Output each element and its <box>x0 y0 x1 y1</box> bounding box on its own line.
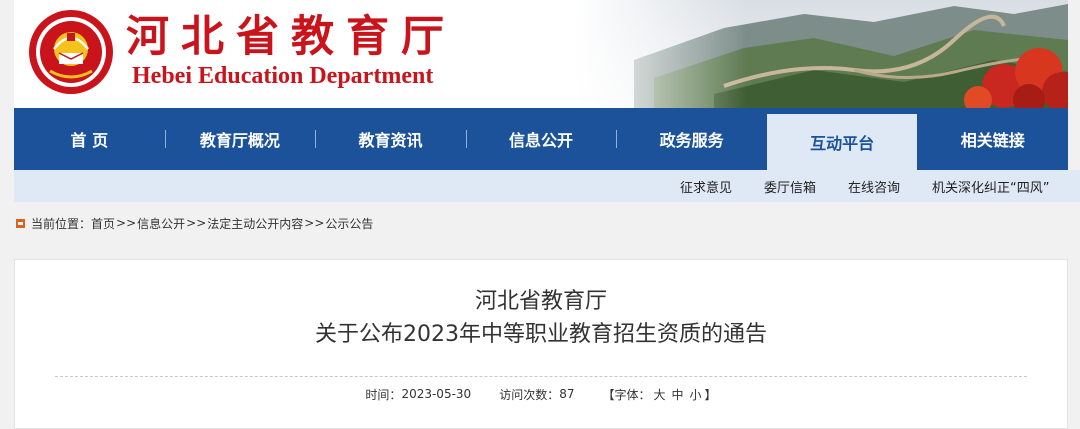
font-size-large-button[interactable]: 大 <box>654 386 666 403</box>
nav-item-information-disclosure[interactable]: 信息公开 <box>465 108 617 170</box>
breadcrumb-home[interactable]: 首页 <box>91 215 115 232</box>
nav-item-home[interactable]: 首 页 <box>14 108 165 170</box>
breadcrumb-announcements[interactable]: 公示公告 <box>325 215 373 232</box>
site-title-en: Hebei Education Department <box>132 63 434 89</box>
subnav-item-four-winds[interactable]: 机关深化纠正“四风” <box>932 177 1049 196</box>
nav-item-related-links[interactable]: 相关链接 <box>917 108 1068 170</box>
article-panel: 河北省教育厅 关于公布2023年中等职业教育招生资质的通告 时间： 2023-0… <box>14 259 1068 429</box>
site-header: 河北省教育厅 Hebei Education Department <box>14 0 1068 108</box>
breadcrumb-separator: >> <box>304 216 325 230</box>
breadcrumb-info-disclosure[interactable]: 信息公开 <box>137 215 185 232</box>
subnav-item-mailbox[interactable]: 委厅信箱 <box>764 177 816 196</box>
font-size-small-button[interactable]: 小 <box>690 386 702 403</box>
breadcrumb-separator: >> <box>186 216 207 230</box>
breadcrumb-separator: >> <box>116 216 137 230</box>
font-size-medium-button[interactable]: 中 <box>672 386 684 403</box>
visit-count-value: 87 <box>559 387 575 401</box>
publish-time-label: 时间： <box>365 387 402 402</box>
nav-item-government-services[interactable]: 政务服务 <box>616 108 767 170</box>
breadcrumb-statutory-content[interactable]: 法定主动公开内容 <box>207 215 303 232</box>
publish-time-value: 2023-05-30 <box>401 387 472 401</box>
nav-item-department-overview[interactable]: 教育厅概况 <box>164 108 316 170</box>
nav-item-interactive-platform[interactable]: 互动平台 <box>766 114 918 170</box>
subnav-item-online-consult[interactable]: 在线咨询 <box>848 177 900 196</box>
sub-nav-links: 征求意见 委厅信箱 在线咨询 机关深化纠正“四风” <box>680 170 1080 202</box>
subnav-item-solicit-opinions[interactable]: 征求意见 <box>680 177 732 196</box>
article-title: 关于公布2023年中等职业教育招生资质的通告 <box>315 322 767 347</box>
nav-item-education-news[interactable]: 教育资讯 <box>315 108 466 170</box>
title-divider <box>55 376 1027 377</box>
breadcrumb-prefix: 当前位置： <box>31 216 92 231</box>
great-wall-banner-image <box>574 0 1068 108</box>
site-title-cn: 河北省教育厅 <box>126 12 456 62</box>
font-size-label-close: 】 <box>704 387 717 402</box>
hebei-education-emblem-icon[interactable] <box>28 9 114 95</box>
visit-count-label: 访问次数： <box>499 387 560 402</box>
location-icon <box>16 218 25 228</box>
font-size-label-open: 【字体： <box>602 387 651 402</box>
breadcrumb: 当前位置： 首页 >> 信息公开 >> 法定主动公开内容 >> 公示公告 <box>16 213 373 233</box>
main-nav: 首 页 教育厅概况 教育资讯 信息公开 政务服务 互动平台 相关链接 <box>14 108 1068 170</box>
article-title-issuer: 河北省教育厅 <box>474 289 607 314</box>
sub-nav: 征求意见 委厅信箱 在线咨询 机关深化纠正“四风” <box>14 170 1080 202</box>
article-meta: 时间： 2023-05-30 访问次数： 87 【字体： 大 中 小 】 <box>15 384 1067 404</box>
